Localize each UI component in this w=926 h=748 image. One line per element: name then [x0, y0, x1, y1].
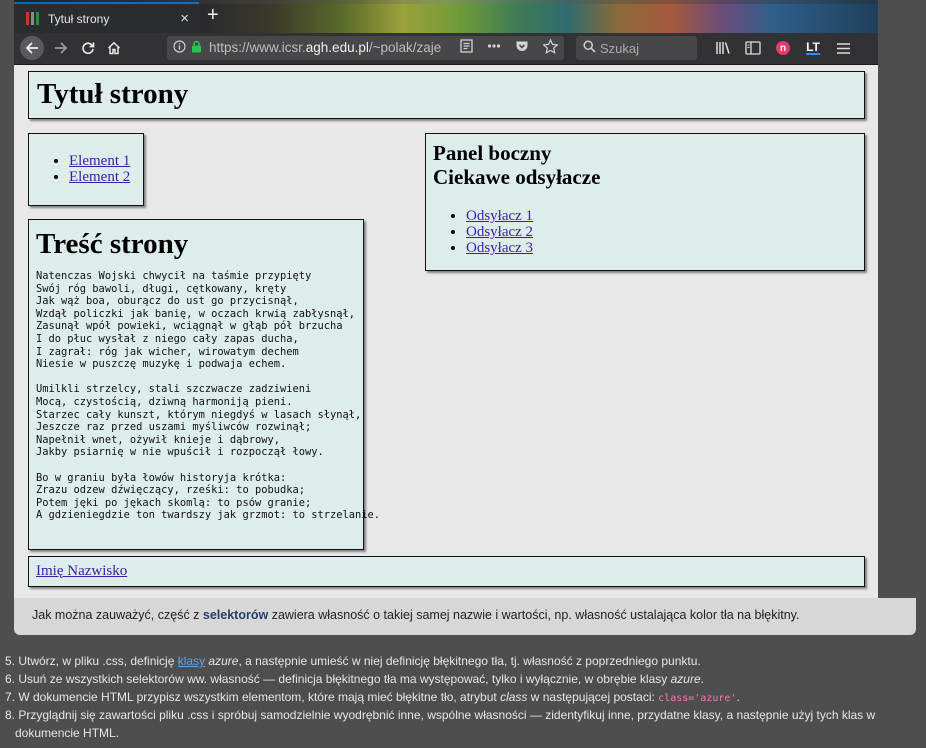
close-tab-icon[interactable]: × — [180, 10, 189, 27]
side-link-item: Odsyłacz 3 — [466, 240, 864, 256]
note-text-1: Jak można zauważyć, część z — [32, 608, 203, 622]
back-icon[interactable] — [20, 36, 44, 60]
note-bold: selektorów — [202, 608, 269, 622]
reader-view-icon[interactable] — [460, 39, 473, 57]
url-prefix: https://www.icsr. — [209, 40, 306, 55]
menu-box: Element 1 Element 2 — [28, 133, 144, 206]
info-icon[interactable] — [173, 40, 187, 54]
library-icon[interactable] — [714, 38, 732, 58]
poem-text: Natenczas Wojski chwycił na taśmie przyp… — [36, 270, 381, 522]
menu-item: Element 2 — [69, 169, 143, 185]
side-link-1[interactable]: Odsyłacz 1 — [466, 208, 533, 224]
side-title-line-1: Panel boczny — [433, 141, 552, 165]
url-domain: agh.edu.pl — [305, 40, 369, 55]
navigation-toolbar: https://www.icsr.agh.edu.pl/~polak/zaje — [14, 33, 878, 65]
menu-icon[interactable] — [834, 38, 852, 58]
tab-strip: Tytuł strony × + — [14, 0, 878, 33]
bookmark-star-icon[interactable] — [542, 38, 559, 57]
reload-icon[interactable] — [77, 37, 99, 59]
active-tab[interactable]: Tytuł strony × — [14, 2, 199, 33]
forward-icon[interactable] — [50, 37, 72, 59]
tab-title: Tytuł strony — [48, 11, 110, 26]
toolbar-right: n LT — [714, 38, 852, 58]
favicon-icon — [26, 12, 40, 25]
content-box: Treść strony Natenczas Wojski chwycił na… — [28, 219, 381, 550]
step-7: 7. W dokumencie HTML przypisz wszystkim … — [4, 690, 740, 704]
page-footer: Imię Nazwisko — [28, 556, 865, 587]
url-text[interactable]: https://www.icsr.agh.edu.pl/~polak/zaje — [209, 40, 464, 55]
new-tab-button[interactable]: + — [207, 5, 219, 25]
home-icon[interactable] — [103, 37, 125, 59]
page-viewport: Tytuł strony Element 1 Element 2 Treść s… — [14, 65, 878, 600]
side-title-line-2: Ciekawe odsyłacze — [433, 165, 601, 189]
menu-item: Element 1 — [69, 153, 143, 169]
menu-list: Element 1 Element 2 — [29, 153, 143, 185]
menu-link-2[interactable]: Element 2 — [69, 169, 130, 185]
menu-link-1[interactable]: Element 1 — [69, 153, 130, 169]
step-8-continued: dokumencie HTML. — [15, 726, 120, 740]
url-path: /~polak/zaje — [368, 40, 442, 55]
search-box[interactable] — [576, 36, 697, 60]
sidebar-icon[interactable] — [744, 38, 762, 58]
lock-icon[interactable] — [191, 40, 203, 54]
step-8: 8. Przyglądnij się zawartości pliku .css… — [4, 708, 876, 722]
step-6: 6. Usuń ze wszystkich selektorów ww. wła… — [4, 672, 704, 686]
content-title: Treść strony — [36, 228, 189, 260]
search-input[interactable] — [600, 39, 690, 57]
side-links-list: Odsyłacz 1 Odsyłacz 2 Odsyłacz 3 — [426, 208, 864, 256]
url-actions — [460, 38, 559, 57]
side-panel-title: Panel boczny Ciekawe odsyłacze — [433, 141, 864, 189]
side-link-item: Odsyłacz 1 — [466, 208, 864, 224]
languagetool-icon[interactable]: LT — [804, 38, 822, 58]
pocket-icon[interactable] — [515, 39, 529, 57]
note-text-2: zawiera własność o takiej samej nazwie i… — [268, 608, 800, 622]
code-snippet: class='azure' — [658, 693, 737, 704]
footer-author-link[interactable]: Imię Nazwisko — [36, 563, 127, 580]
klasy-link[interactable]: klasy — [178, 654, 205, 668]
more-icon[interactable] — [487, 39, 501, 57]
side-panel: Panel boczny Ciekawe odsyłacze Odsyłacz … — [425, 133, 865, 271]
url-bar[interactable]: https://www.icsr.agh.edu.pl/~polak/zaje — [167, 36, 564, 60]
search-icon — [583, 40, 596, 56]
side-link-2[interactable]: Odsyłacz 2 — [466, 224, 533, 240]
step-5: 5. Utwórz, w pliku .css, definicję klasy… — [4, 654, 701, 668]
side-link-3[interactable]: Odsyłacz 3 — [466, 240, 533, 256]
extension-n-icon[interactable]: n — [774, 38, 792, 58]
info-note: Jak można zauważyć, część z selektorów z… — [14, 598, 916, 635]
page-header: Tytuł strony — [28, 71, 865, 119]
side-link-item: Odsyłacz 2 — [466, 224, 864, 240]
page-title: Tytuł strony — [37, 78, 189, 110]
